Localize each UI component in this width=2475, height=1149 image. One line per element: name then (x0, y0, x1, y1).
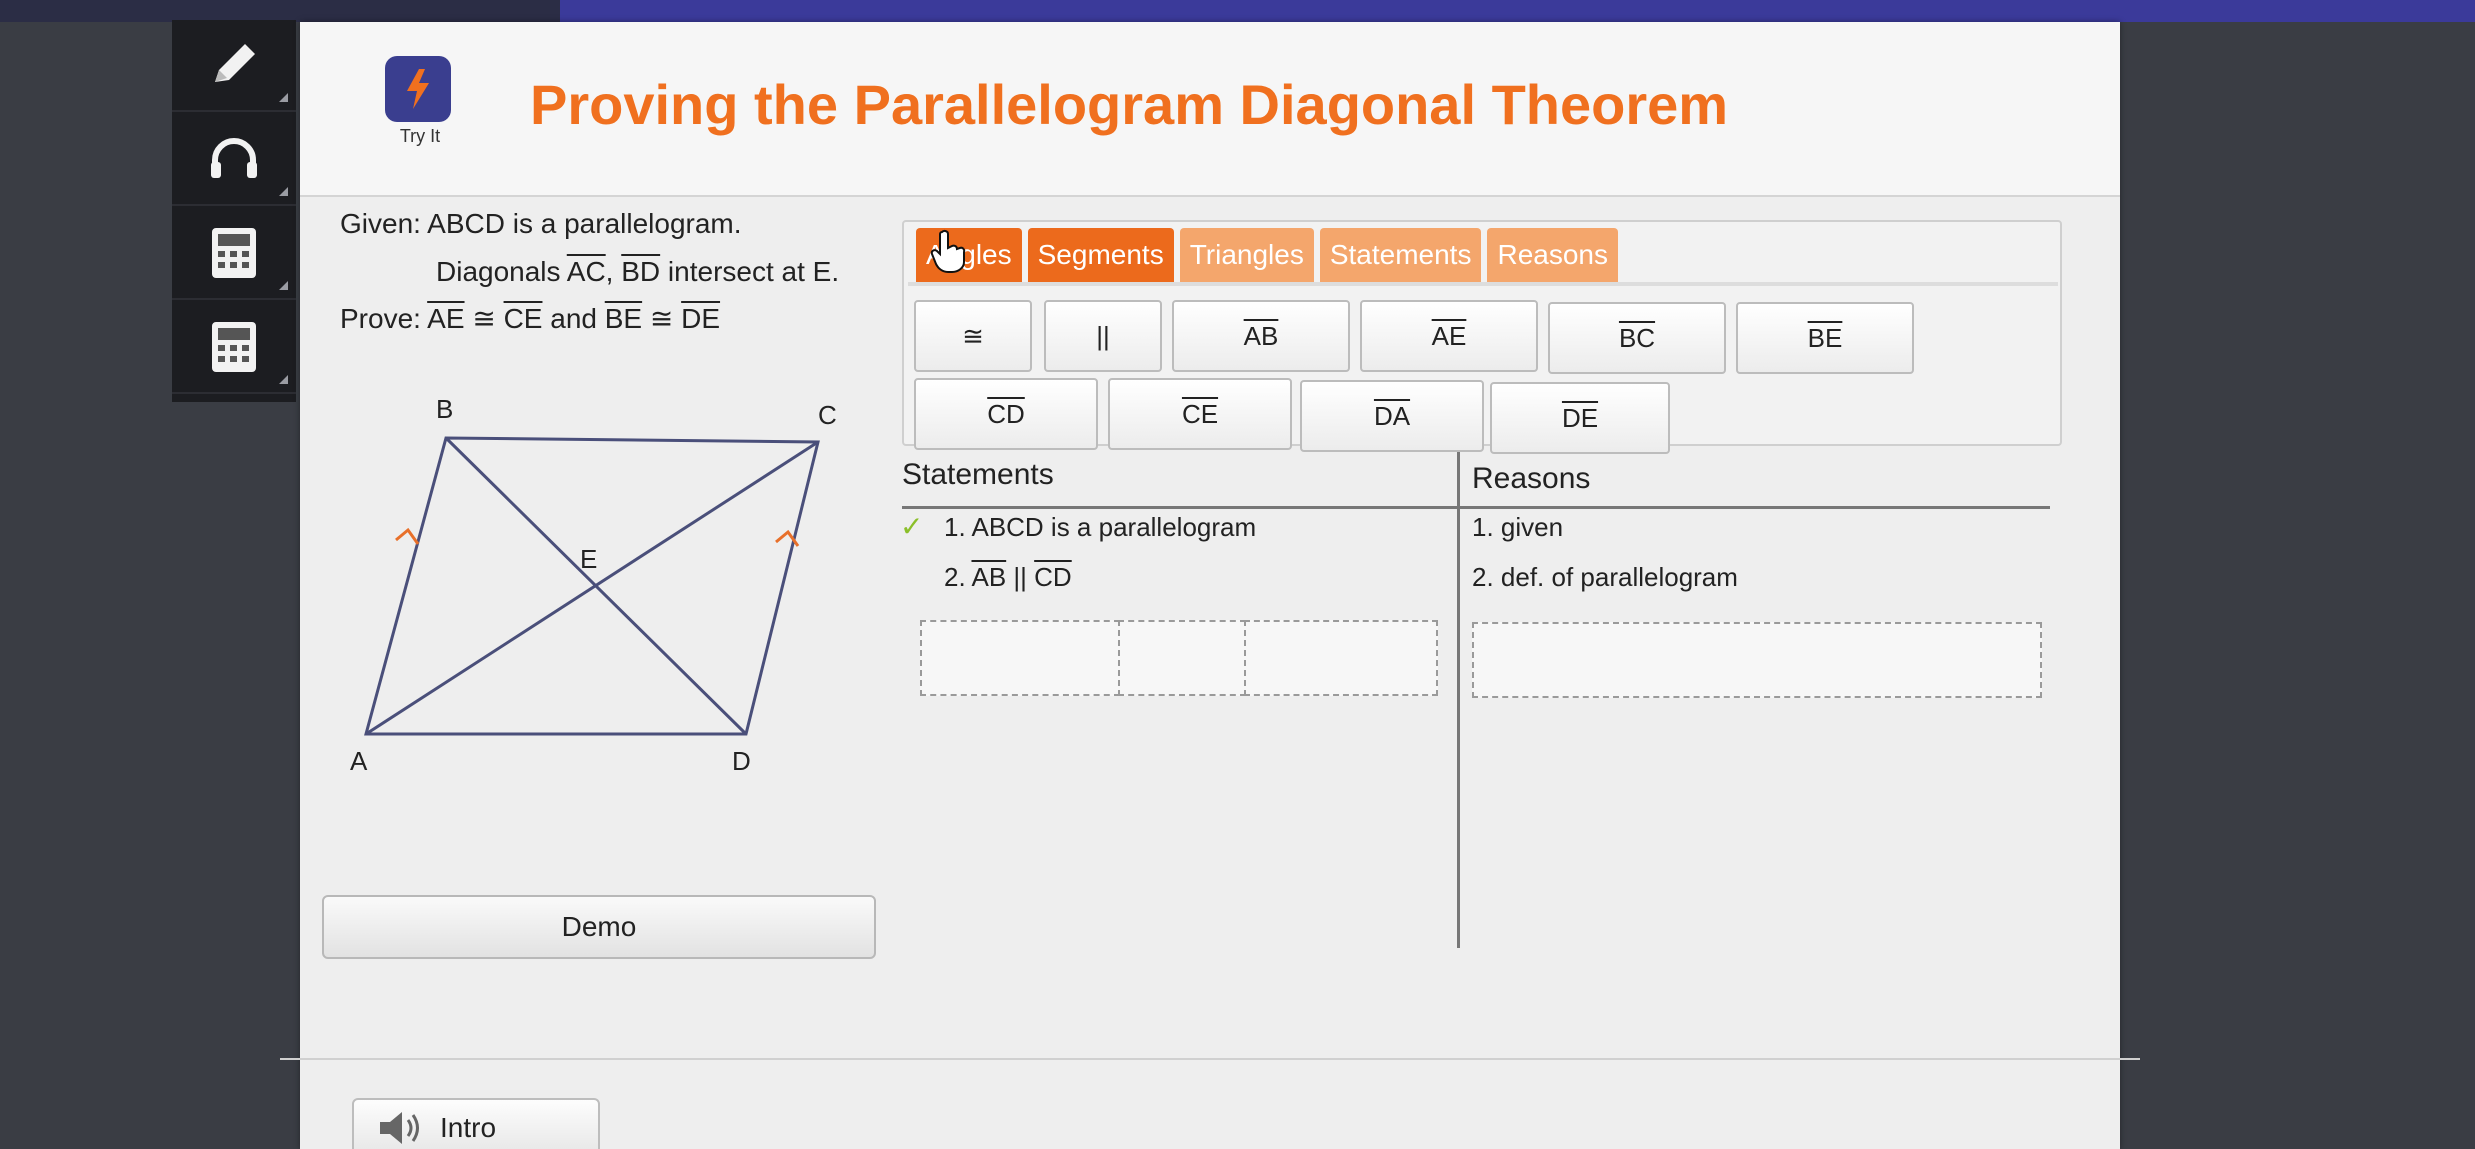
audio-tool-button[interactable] (172, 114, 296, 206)
speaker-icon (380, 1112, 419, 1144)
lightning-icon (407, 69, 429, 109)
vertex-label-c: C (818, 400, 837, 430)
statements-header: Statements (902, 458, 1054, 491)
try-it-label: Try It (399, 126, 441, 146)
reasons-header: Reasons (1472, 462, 1591, 495)
tab-statements[interactable]: Statements (1319, 228, 1482, 282)
symbol-segment-be[interactable]: BE (1736, 302, 1914, 374)
diagonals-line: Diagonals AC, BD intersect at E. (436, 255, 840, 287)
pencil-icon (215, 44, 255, 82)
table-column-divider (1457, 452, 1460, 948)
symbol-segment-de[interactable]: DE (1490, 382, 1670, 454)
vertex-label-a: A (350, 746, 368, 776)
symbol-segment-ae[interactable]: AE (1360, 300, 1538, 372)
page-title: Proving the Parallelogram Diagonal Theor… (530, 73, 1729, 136)
try-it-icon (385, 56, 451, 122)
intro-label: Intro (440, 1112, 497, 1143)
problem-statement: Given: ABCD is a parallelogram. Diagonal… (340, 200, 839, 343)
footer-divider (280, 1058, 2140, 1060)
reason-2: 2. def. of parallelogram (1472, 562, 1738, 592)
top-bar (560, 0, 2475, 22)
vertex-label-d: D (732, 746, 751, 776)
symbol-segment-bc[interactable]: BC (1548, 302, 1726, 374)
calculator-icon (212, 228, 256, 278)
headphones-icon (211, 138, 257, 178)
palette-tabs: Angles Segments Triangles Statements Rea… (916, 228, 1618, 282)
symbol-segment-da[interactable]: DA (1300, 380, 1484, 452)
statement-3-drop-slot-1[interactable] (920, 620, 1120, 696)
statement-2: 2. AB || CD (944, 562, 1072, 592)
parallelogram-diagram: B C E A D (350, 394, 837, 776)
statement-1: 1. ABCD is a parallelogram (944, 512, 1257, 542)
symbol-parallel[interactable]: || (1044, 300, 1162, 372)
lesson-header: Try It Proving the Parallelogram Diagona… (300, 22, 2120, 197)
prove-line: Prove: AE ≅ CE and BE ≅ DE (340, 303, 721, 335)
symbol-segment-ce[interactable]: CE (1108, 378, 1292, 450)
tab-strip (908, 282, 2058, 286)
calculator-tool-button[interactable] (172, 208, 296, 300)
tab-segments[interactable]: Segments (1027, 228, 1174, 282)
symbol-segment-cd[interactable]: CD (914, 378, 1098, 450)
symbol-segment-ab[interactable]: AB (1172, 300, 1350, 372)
tool-sidebar (172, 20, 296, 402)
given-line: Given: ABCD is a parallelogram. (340, 208, 742, 239)
tab-triangles[interactable]: Triangles (1179, 228, 1314, 282)
tab-reasons[interactable]: Reasons (1487, 228, 1618, 282)
intro-button[interactable]: Intro (352, 1098, 600, 1149)
table-header-rule (902, 506, 2050, 509)
reason-1: 1. given (1472, 512, 1564, 542)
vertex-label-b: B (436, 394, 453, 424)
correct-check-icon: ✓ (900, 511, 924, 542)
graphing-calculator-tool-button[interactable] (172, 302, 296, 394)
pencil-tool-button[interactable] (172, 20, 296, 112)
symbol-palette: Angles Segments Triangles Statements Rea… (902, 220, 2062, 454)
statement-3-drop-slot-3[interactable] (1244, 620, 1438, 696)
demo-button[interactable]: Demo (322, 895, 876, 959)
diagonal-bd (444, 436, 748, 736)
symbol-congruent[interactable]: ≅ (914, 300, 1032, 372)
parallel-mark-ab (395, 527, 420, 545)
vertex-label-e: E (580, 544, 597, 574)
top-strip (0, 0, 2475, 22)
calculator-icon (212, 322, 256, 372)
reason-3-drop-slot[interactable] (1472, 622, 2042, 698)
statement-3-drop-slot-2[interactable] (1118, 620, 1246, 696)
lesson-panel: Try It Proving the Parallelogram Diagona… (280, 22, 2140, 1149)
hand-cursor-icon (930, 229, 966, 273)
